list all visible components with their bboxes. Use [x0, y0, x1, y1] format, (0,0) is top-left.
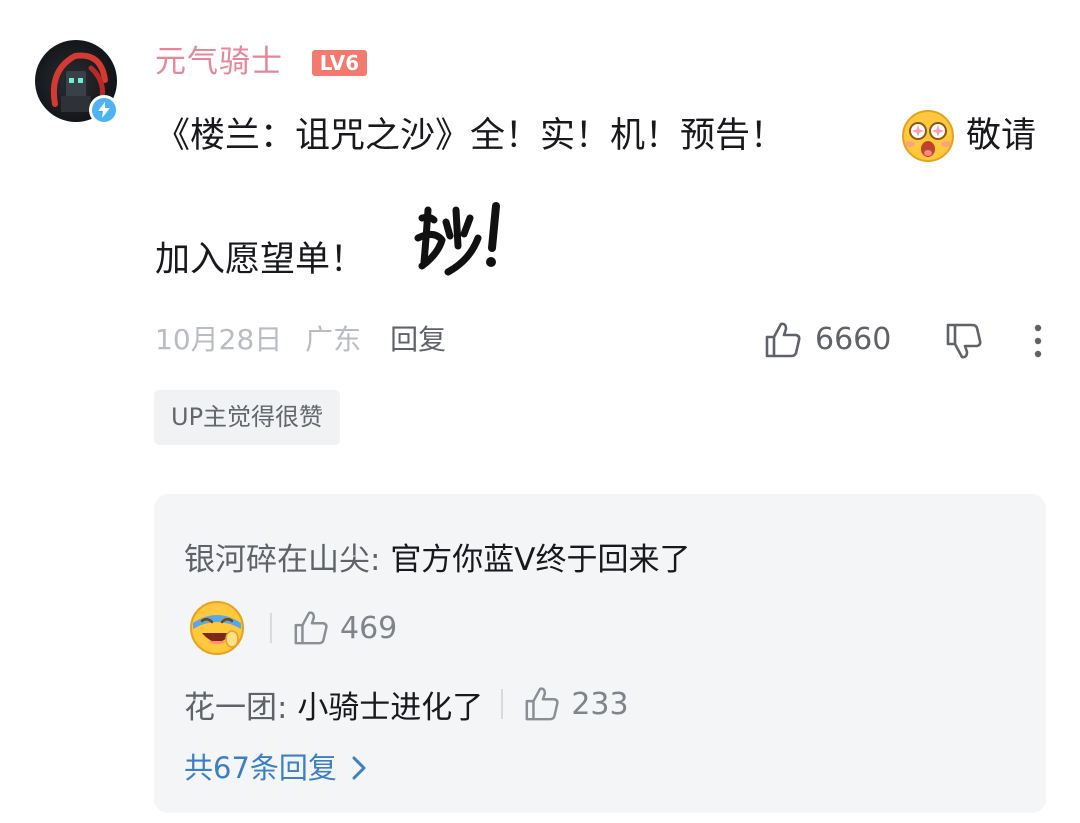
comment-text-line2: 加入愿望单！	[155, 240, 366, 280]
reply-text: 官方你蓝V终于回来了	[390, 542, 691, 578]
thumbs-down-icon[interactable]	[944, 321, 984, 361]
starry-eyes-emoji-icon	[902, 110, 954, 162]
divider	[501, 689, 504, 719]
up-liked-tag: UP主觉得很赞	[154, 390, 341, 445]
comment-text-line1-tail: 敬请	[966, 116, 1037, 156]
laughing-emoji-icon	[190, 601, 244, 655]
divider	[270, 613, 272, 643]
reply-actions: 469	[188, 600, 397, 656]
reply-button[interactable]: 回复	[390, 323, 446, 356]
reply-like-count: 233	[571, 686, 629, 722]
like-count: 6660	[815, 322, 892, 357]
thumbs-up-icon	[765, 322, 801, 358]
thumbs-up-icon[interactable]	[523, 685, 561, 723]
view-more-label: 共67条回复	[184, 751, 337, 785]
comment-text-line1: 《楼兰：诅咒之沙》全！实！机！预告！	[155, 116, 786, 156]
comment-location: 广东	[305, 323, 362, 356]
verified-badge-icon	[89, 95, 119, 125]
comment-date: 10月28日	[155, 323, 283, 356]
more-vertical-icon[interactable]	[1030, 322, 1046, 360]
reply-text: 小骑士进化了	[297, 689, 484, 726]
miao-sticker-icon	[414, 202, 500, 276]
username[interactable]: 元气骑士	[155, 42, 283, 82]
view-all-replies-link[interactable]: 共67条回复	[184, 746, 367, 790]
level-badge: LV6	[312, 50, 367, 76]
reply-like-count: 469	[340, 610, 398, 646]
reply-author[interactable]: 花一团	[184, 690, 277, 726]
chevron-right-icon	[352, 756, 366, 780]
reply-item[interactable]: 花一团: 小骑士进化了 233	[184, 680, 629, 728]
like-button[interactable]: 6660	[763, 318, 891, 362]
reply-author[interactable]: 银河碎在山尖	[184, 542, 370, 578]
thumbs-up-icon[interactable]	[292, 609, 330, 647]
comment-meta: 10月28日 广东 回复	[155, 320, 446, 360]
reply-item[interactable]: 银河碎在山尖: 官方你蓝V终于回来了	[184, 538, 691, 582]
